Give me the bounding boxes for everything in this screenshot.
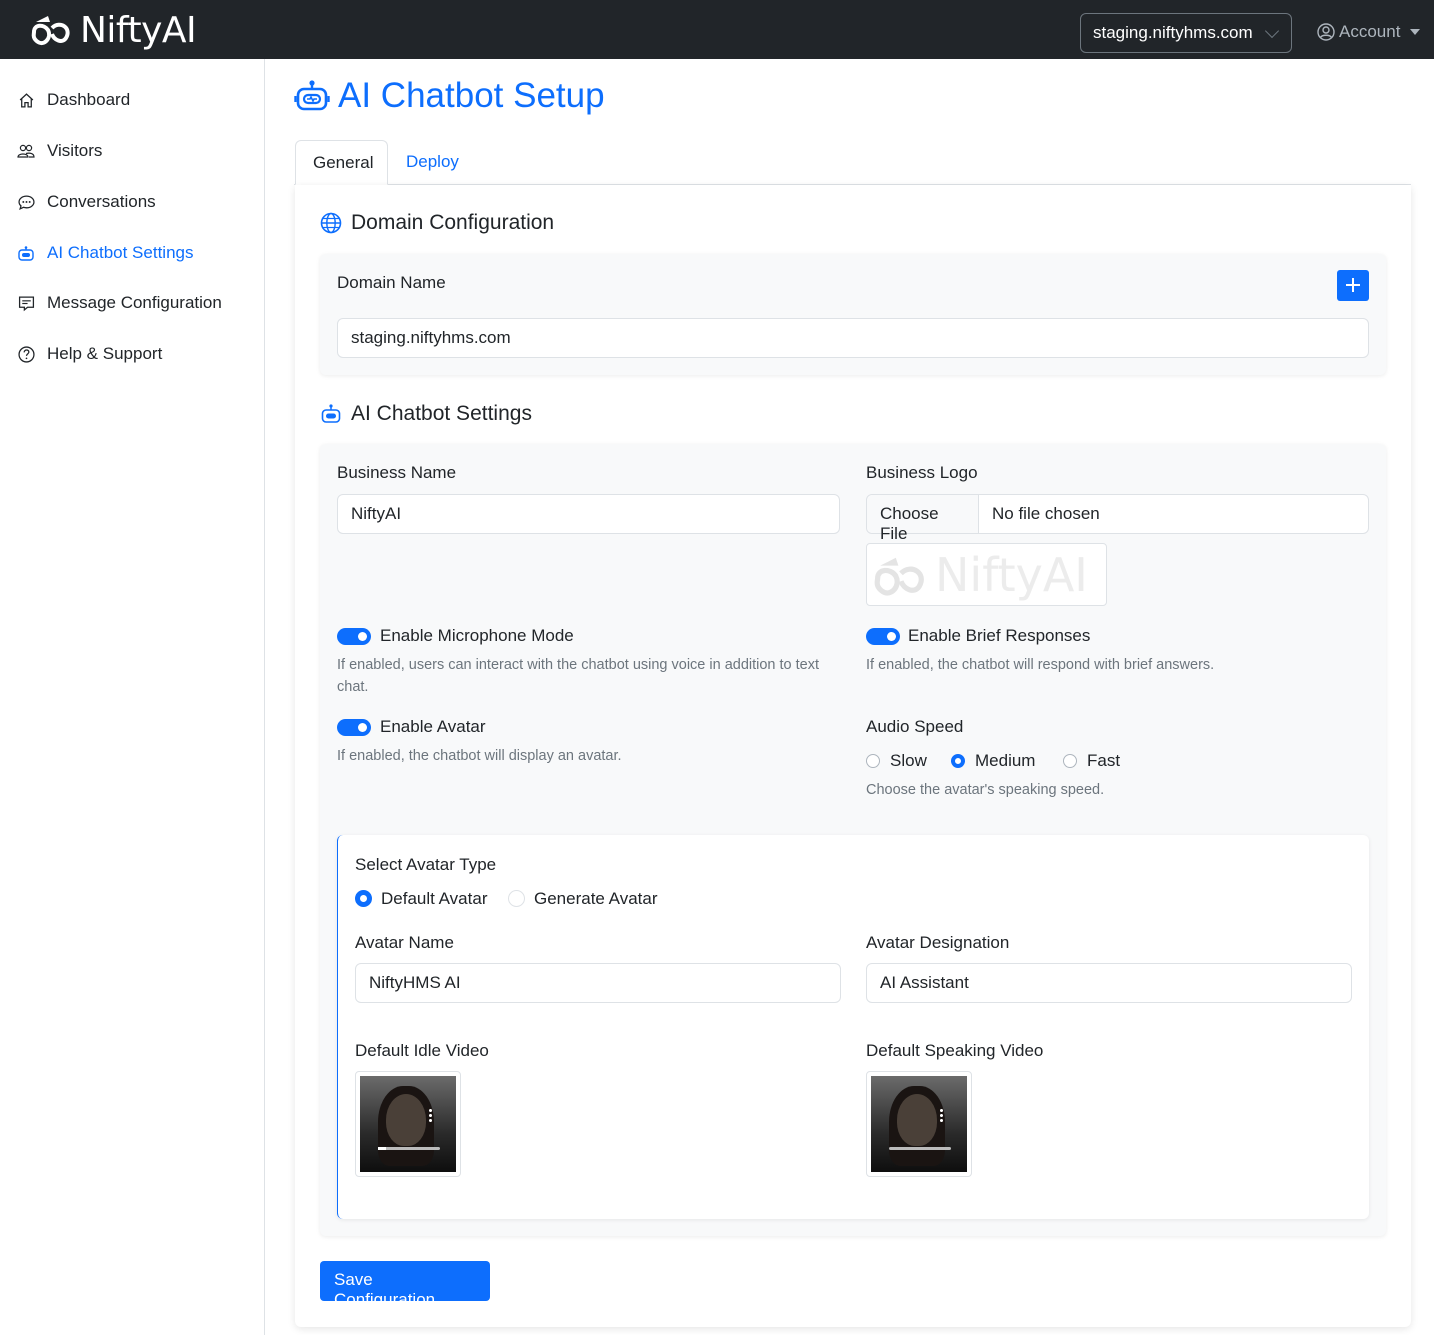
sidebar: Dashboard Visitors Conversations AI Chat… [0,59,265,1335]
idle-video-player[interactable] [355,1071,461,1177]
generate-avatar-label: Generate Avatar [534,889,658,908]
no-file-chosen-text: No file chosen [992,504,1100,523]
add-domain-button[interactable] [1337,270,1369,301]
business-logo-preview: NiftyAI [866,543,1107,606]
video-progress-fill [378,1147,386,1150]
idle-video-frame [360,1076,456,1172]
sidebar-item-label: Conversations [47,192,156,211]
domain-config-title: Domain Configuration [351,211,555,234]
sidebar-item-label: Visitors [47,141,103,160]
chatbot-settings-heading: AI Chatbot Settings [320,402,532,426]
sidebar-item-message-configuration[interactable]: Message Configuration [16,291,222,315]
speaking-video-frame [871,1076,967,1172]
sidebar-item-conversations[interactable]: Conversations [16,190,156,214]
domain-select-value: staging.niftyhms.com [1093,23,1253,42]
audio-speed-fast-radio[interactable] [1063,754,1077,768]
brief-responses-toggle[interactable] [866,628,900,645]
domain-name-input[interactable]: staging.niftyhms.com [337,318,1369,358]
tab-deploy[interactable]: Deploy [389,140,476,185]
globe-icon [320,212,342,234]
video-progress-bar[interactable] [378,1147,440,1150]
speaking-video-player[interactable] [866,1071,972,1177]
tab-general[interactable]: General [295,140,388,185]
brand-name: NiftyAI [80,9,197,51]
chat-dots-icon [16,192,36,212]
avatar-face [897,1094,937,1146]
sidebar-item-dashboard[interactable]: Dashboard [16,88,130,112]
account-label: Account [1339,22,1401,41]
niftyai-logo-icon [31,16,70,45]
top-navbar: NiftyAI staging.niftyhms.com Account [0,0,1434,59]
audio-speed-label: Audio Speed [866,717,964,736]
audio-speed-medium-radio[interactable] [951,754,965,768]
save-configuration-button[interactable]: Save Configuration [320,1261,490,1309]
domain-config-heading: Domain Configuration [320,211,554,235]
video-progress-bar[interactable] [889,1147,951,1150]
default-avatar-radio[interactable] [355,890,372,907]
avatar-designation-label: Avatar Designation [866,933,1010,952]
avatar-type-label: Select Avatar Type [355,855,497,874]
page-title-text: AI Chatbot Setup [338,76,605,115]
chevron-down-icon [1264,23,1280,39]
idle-video-label: Default Idle Video [355,1041,489,1060]
business-logo-label: Business Logo [866,463,978,482]
avatar-designation-input[interactable]: AI Assistant [866,963,1352,1003]
generate-avatar-radio[interactable] [508,890,525,907]
chatbot-settings-title: AI Chatbot Settings [351,402,532,425]
audio-speed-help: Choose the avatar's speaking speed. [866,782,1105,798]
brief-responses-help: If enabled, the chatbot will respond wit… [866,657,1215,673]
business-logo-file-input[interactable]: Choose File No file chosen [866,494,1369,543]
logo-preview-text: NiftyAI [935,548,1088,602]
page-title: AI Chatbot Setup [294,76,605,116]
niftyai-logo-icon [874,557,924,596]
microphone-mode-help: If enabled, users can interact with the … [337,657,820,695]
avatar-toggle[interactable] [337,719,371,736]
robot-icon [294,80,330,111]
audio-speed-medium-label: Medium [975,751,1036,770]
account-menu[interactable]: Account [1317,22,1421,42]
business-name-input[interactable]: NiftyAI [337,494,840,534]
robot-icon [16,243,36,263]
brief-responses-label: Enable Brief Responses [908,626,1091,645]
home-icon [16,90,36,110]
more-options-icon[interactable] [940,1108,943,1122]
audio-speed-slow-radio[interactable] [866,754,880,768]
domain-select[interactable]: staging.niftyhms.com [1080,13,1292,53]
more-options-icon[interactable] [429,1108,432,1122]
sidebar-item-ai-chatbot-settings[interactable]: AI Chatbot Settings [16,241,193,265]
people-icon [16,141,36,161]
choose-file-button[interactable]: Choose File [867,495,979,543]
avatar-face [386,1094,426,1146]
sidebar-item-label: AI Chatbot Settings [47,243,194,262]
sidebar-item-label: Message Configuration [47,293,222,312]
caret-down-icon [1410,29,1421,35]
question-circle-icon [16,344,36,364]
domain-name-label: Domain Name [337,273,446,292]
chat-square-text-icon [16,293,36,313]
audio-speed-fast-label: Fast [1087,751,1121,770]
microphone-mode-toggle[interactable] [337,628,371,645]
avatar-toggle-help: If enabled, the chatbot will display an … [337,748,622,764]
microphone-mode-label: Enable Microphone Mode [380,626,574,645]
speaking-video-label: Default Speaking Video [866,1041,1044,1060]
sidebar-item-label: Dashboard [47,90,131,109]
brand-logo[interactable]: NiftyAI [30,9,197,51]
sidebar-item-help-support[interactable]: Help & Support [16,342,162,366]
robot-icon [321,404,341,423]
avatar-name-input[interactable]: NiftyHMS AI [355,963,841,1003]
avatar-toggle-label: Enable Avatar [380,717,486,736]
business-name-label: Business Name [337,463,457,482]
default-avatar-label: Default Avatar [381,889,488,908]
sidebar-item-label: Help & Support [47,344,163,363]
audio-speed-slow-label: Slow [890,751,927,770]
avatar-name-label: Avatar Name [355,933,454,952]
sidebar-item-visitors[interactable]: Visitors [16,139,102,163]
user-circle-icon [1317,23,1335,41]
tab-bar: General Deploy [294,140,1411,185]
avatar-settings-box [337,835,1369,1219]
